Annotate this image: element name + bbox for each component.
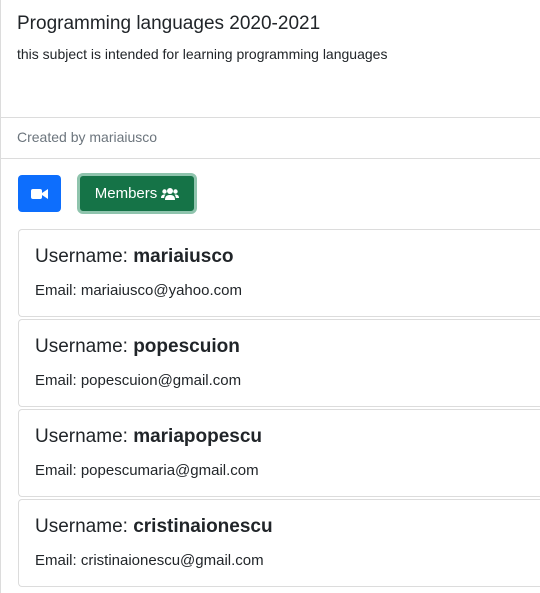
users-icon (161, 187, 180, 200)
subject-card: Programming languages 2020-2021 this sub… (0, 0, 540, 593)
username-label: Username: (35, 246, 134, 267)
member-username: Username: popescuion (35, 336, 240, 358)
member-username: Username: mariaiusco (35, 246, 234, 268)
created-by-text: Created by mariaiusco (17, 129, 158, 145)
member-card: Username: cristinaionescu Email: cristin… (18, 499, 540, 587)
members-button-label: Members (94, 185, 158, 202)
username-value: mariaiusco (133, 246, 234, 267)
subject-header: Programming languages 2020-2021 this sub… (1, 0, 540, 117)
username-label: Username: (35, 516, 134, 537)
video-call-button[interactable] (18, 175, 61, 212)
member-username: Username: cristinaionescu (35, 516, 273, 538)
subject-description: this subject is intended for learning pr… (17, 46, 388, 62)
username-value: cristinaionescu (133, 516, 273, 537)
member-email: Email: cristinaionescu@gmail.com (35, 552, 264, 569)
member-username: Username: mariapopescu (35, 426, 262, 448)
member-card: Username: mariapopescu Email: popescumar… (18, 409, 540, 497)
video-camera-icon (31, 188, 48, 199)
member-card: Username: mariaiusco Email: mariaiusco@y… (18, 229, 540, 317)
member-card: Username: popescuion Email: popescuion@g… (18, 319, 540, 407)
member-email: Email: popescuion@gmail.com (35, 372, 242, 389)
username-value: mariapopescu (133, 426, 263, 447)
username-value: popescuion (133, 336, 240, 357)
subject-footer: Created by mariaiusco (1, 117, 540, 159)
member-email: Email: mariaiusco@yahoo.com (35, 282, 242, 299)
members-button[interactable]: Members (77, 173, 197, 214)
subject-title: Programming languages 2020-2021 (17, 13, 321, 34)
username-label: Username: (35, 336, 134, 357)
member-email: Email: popescumaria@gmail.com (35, 462, 259, 479)
username-label: Username: (35, 426, 134, 447)
